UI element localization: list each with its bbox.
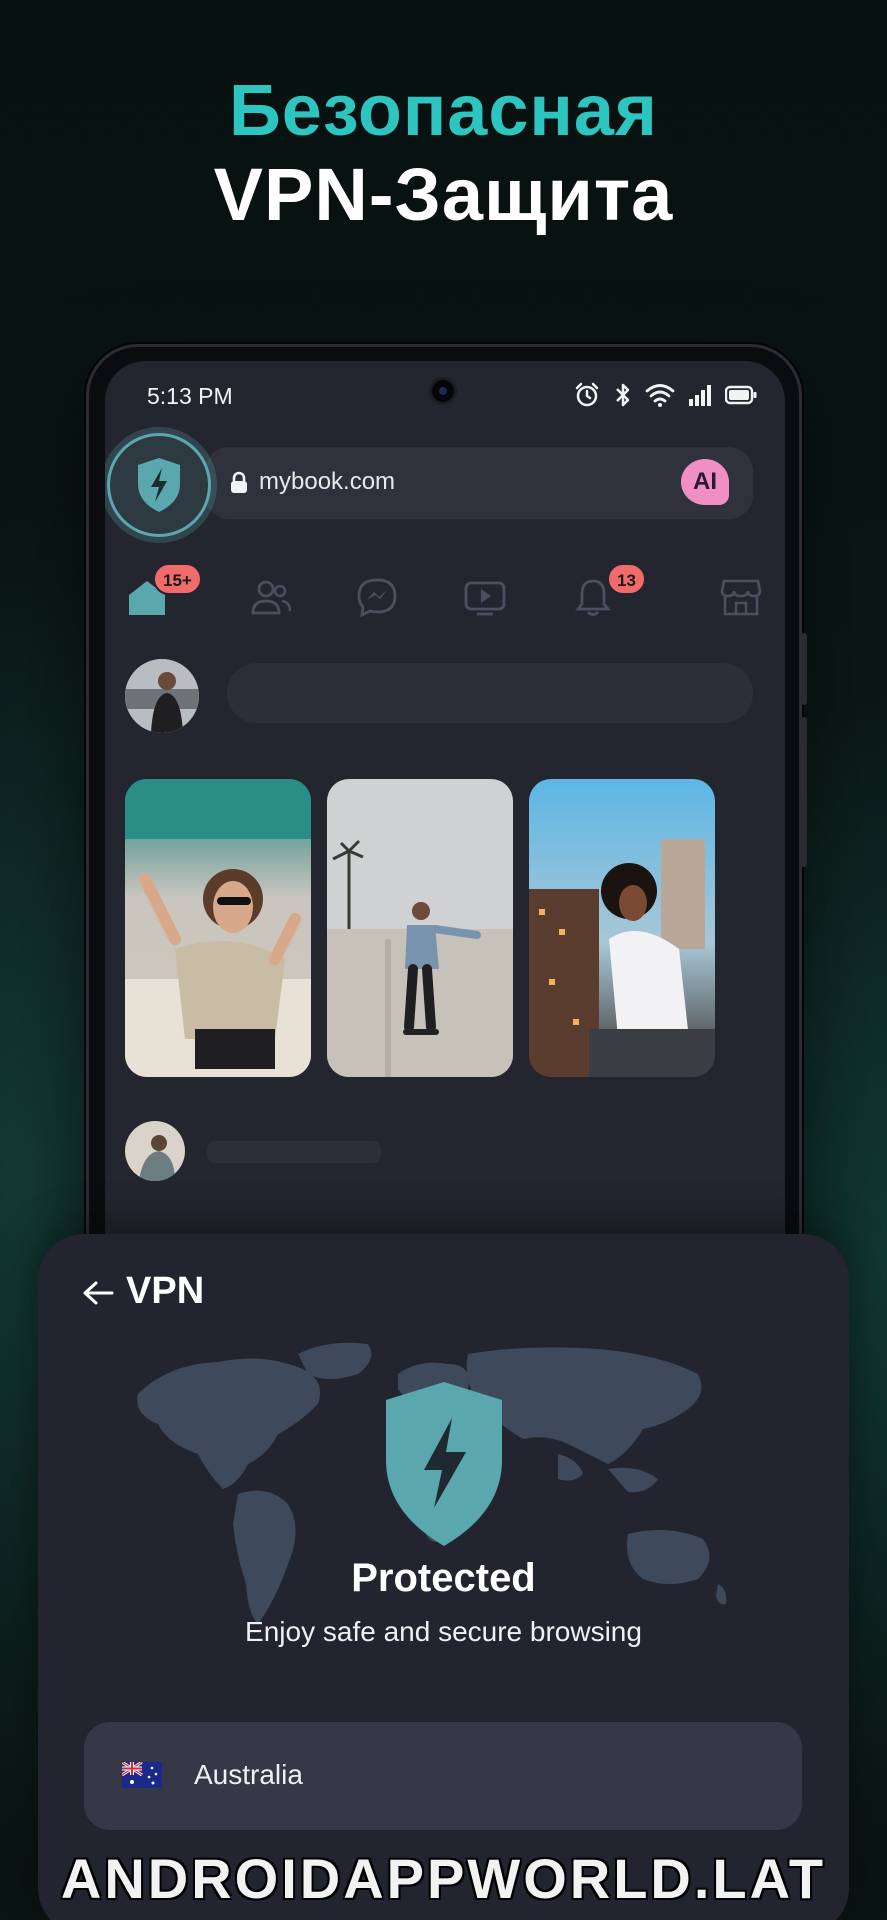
tab-marketplace[interactable] xyxy=(719,577,763,617)
tab-friends[interactable] xyxy=(249,577,293,617)
marketplace-icon xyxy=(720,579,762,616)
story-photo xyxy=(125,779,311,1077)
vpn-bottom-sheet: VPN Protected Enjoy safe and secure brow… xyxy=(38,1234,849,1920)
volume-button xyxy=(801,633,807,705)
tab-bar: 15+ 13 xyxy=(123,563,773,623)
lock-icon xyxy=(231,471,247,493)
story-card[interactable] xyxy=(327,779,513,1077)
friends-icon xyxy=(251,580,292,615)
home-badge: 15+ xyxy=(153,563,202,595)
status-time: 5:13 PM xyxy=(147,383,233,409)
watermark-text: ANDROIDAPPWORLD.LAT xyxy=(60,1847,827,1910)
ai-assistant-button[interactable]: AI xyxy=(681,459,729,505)
avatar-photo xyxy=(125,1121,185,1181)
story-photo xyxy=(529,779,715,1077)
status-icons xyxy=(573,381,757,409)
tab-video[interactable] xyxy=(463,577,507,617)
alarm-icon xyxy=(575,382,599,407)
headline-line-1: Безопасная xyxy=(229,71,658,151)
tab-messenger[interactable] xyxy=(355,577,399,617)
story-photo xyxy=(327,779,513,1077)
user-avatar[interactable] xyxy=(125,659,199,733)
story-card[interactable] xyxy=(529,779,715,1077)
sheet-title: VPN xyxy=(126,1270,205,1312)
messenger-icon xyxy=(357,578,397,617)
australia-flag-icon xyxy=(122,1762,162,1788)
headline-line-2: VPN-Защита xyxy=(213,153,674,236)
vpn-status-subtitle: Enjoy safe and secure browsing xyxy=(245,1616,642,1647)
post-composer-input[interactable] xyxy=(227,663,753,723)
post-author-placeholder xyxy=(207,1141,381,1163)
url-text[interactable]: mybook.com xyxy=(259,468,395,496)
notifications-badge: 13 xyxy=(607,563,646,595)
vpn-status-title: Protected xyxy=(351,1556,536,1600)
story-card[interactable] xyxy=(125,779,311,1077)
country-selector[interactable]: Australia xyxy=(84,1722,802,1830)
country-name: Australia xyxy=(194,1759,303,1790)
address-bar[interactable]: mybook.com AI xyxy=(205,447,753,519)
bluetooth-icon xyxy=(616,383,630,407)
power-button xyxy=(801,717,807,867)
post-author-avatar[interactable] xyxy=(125,1121,185,1181)
battery-icon xyxy=(725,385,757,405)
avatar-photo xyxy=(125,659,199,733)
shield-bolt-icon xyxy=(138,458,180,512)
shield-bolt-icon xyxy=(386,1382,502,1546)
video-icon xyxy=(464,581,506,616)
front-camera xyxy=(429,377,457,405)
vpn-toggle-button[interactable] xyxy=(107,433,211,537)
signal-icon xyxy=(689,385,711,406)
back-arrow-icon[interactable] xyxy=(82,1280,114,1306)
wifi-icon xyxy=(645,384,675,407)
